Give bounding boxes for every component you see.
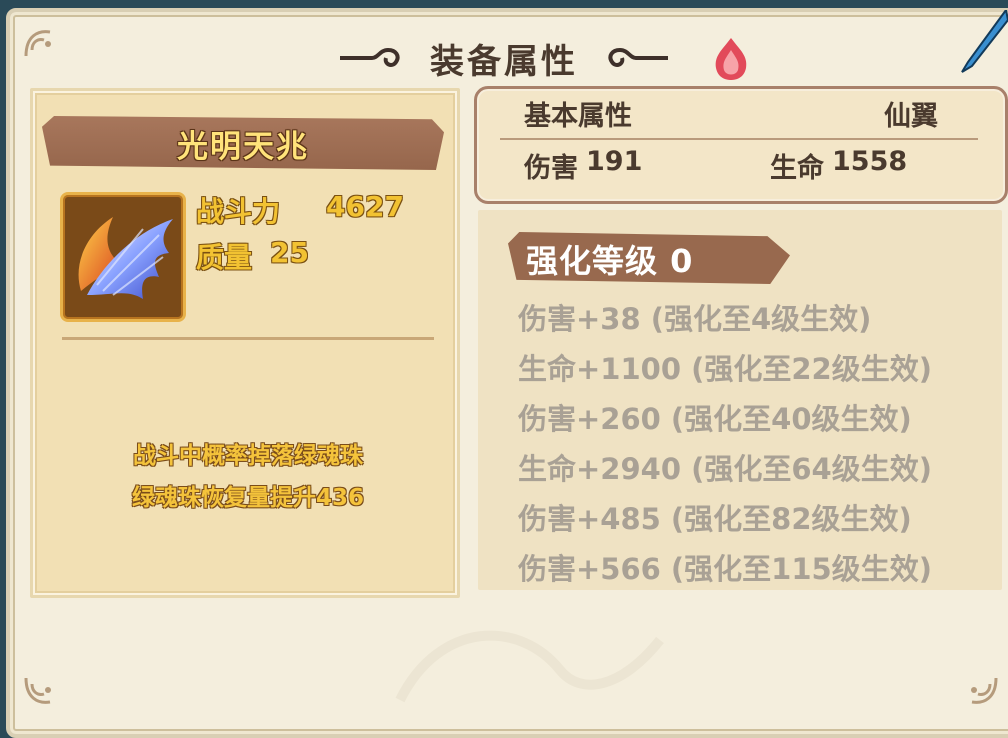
swirl-ornament-icon (608, 47, 668, 67)
life-value: 1558 (832, 146, 908, 177)
flame-emblem-icon (715, 38, 747, 80)
skill-description-line: 战斗中概率掉落绿魂珠 (133, 443, 363, 469)
damage-value: 191 (586, 146, 643, 177)
close-button[interactable] (958, 10, 1008, 74)
enhancement-level: 强化等级 0 (526, 242, 694, 280)
quality-value: 25 (270, 236, 309, 269)
background-pattern-icon (395, 630, 664, 703)
enhancement-bonus-row: 伤害+260 (强化至40级生效) (518, 402, 912, 436)
corner-ornament-icon (24, 677, 51, 704)
power-label: 战斗力 (196, 195, 281, 228)
enhancement-bonus-row: 伤害+566 (强化至115级生效) (518, 552, 932, 586)
corner-ornament-icon (971, 677, 998, 704)
item-icon-slot[interactable] (60, 192, 186, 322)
window-title: 装备属性 (430, 41, 578, 82)
enhancement-bonus-row: 生命+1100 (强化至22级生效) (518, 352, 932, 386)
item-name-banner: 光明天兆 (42, 116, 444, 170)
item-name: 光明天兆 (177, 128, 309, 165)
equipment-type: 仙翼 (884, 101, 938, 132)
quality-label: 质量 (196, 241, 253, 274)
skill-description-line: 绿魂珠恢复量提升436 (131, 485, 364, 511)
damage-label: 伤害 (524, 153, 578, 184)
power-value: 4627 (326, 190, 404, 223)
title-bar: 装备属性 (0, 30, 1008, 86)
enhancement-bonus-row: 伤害+38 (强化至4级生效) (518, 302, 872, 336)
divider (500, 138, 978, 140)
divider (62, 337, 434, 340)
enhancement-bonus-row: 伤害+485 (强化至82级生效) (518, 502, 912, 536)
wing-icon (78, 217, 173, 299)
base-attributes-title: 基本属性 (524, 101, 632, 132)
swirl-ornament-icon (340, 47, 400, 67)
enhancement-bonus-row: 生命+2940 (强化至64级生效) (518, 452, 932, 486)
life-label: 生命 (770, 153, 824, 184)
